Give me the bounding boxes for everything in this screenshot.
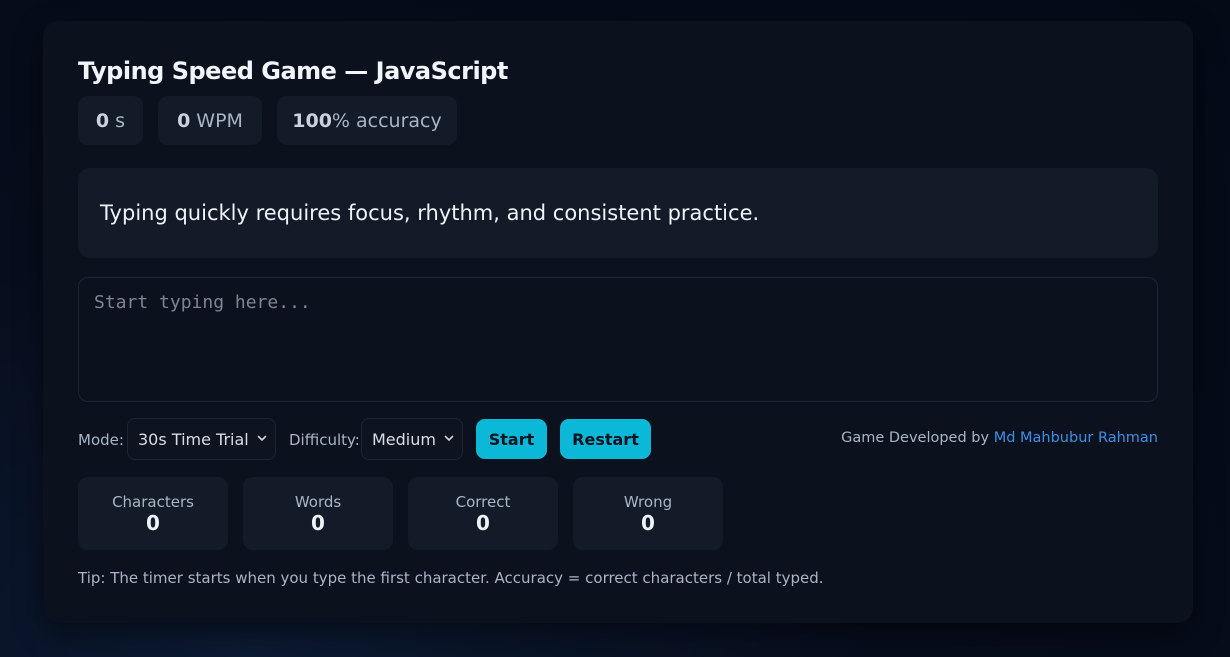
developer-credit: Game Developed by Md Mahbubur Rahman xyxy=(841,430,1158,446)
accuracy-unit: % accuracy xyxy=(331,109,442,132)
counter-value: 0 xyxy=(146,511,160,535)
counter-label: Words xyxy=(294,493,342,511)
restart-button[interactable]: Restart xyxy=(560,419,651,459)
prompt-text: Typing quickly requires focus, rhythm, a… xyxy=(100,201,760,225)
timer-value: 0 xyxy=(95,109,110,132)
timer-unit: s xyxy=(115,109,126,132)
difficulty-select[interactable]: Medium xyxy=(361,418,463,460)
words-counter: Words 0 xyxy=(243,477,393,550)
counter-value: 0 xyxy=(311,511,325,535)
difficulty-selected-value: Medium xyxy=(372,429,436,449)
wpm-unit: WPM xyxy=(196,109,243,132)
accuracy-value: 100 xyxy=(292,109,332,132)
mode-selected-value: 30s Time Trial xyxy=(138,429,249,449)
counter-label: Wrong xyxy=(623,493,673,511)
counter-label: Correct xyxy=(455,493,511,511)
wpm-stat: 0 WPM xyxy=(158,96,262,145)
game-card: Typing Speed Game — JavaScript 0 s 0 WPM… xyxy=(43,21,1193,623)
counter-value: 0 xyxy=(476,511,490,535)
accuracy-stat: 100 % accuracy xyxy=(277,96,457,145)
mode-label: Mode: xyxy=(78,431,124,449)
wrong-counter: Wrong 0 xyxy=(573,477,723,550)
chevron-down-icon xyxy=(257,435,267,441)
author-link[interactable]: Md Mahbubur Rahman xyxy=(994,430,1158,446)
start-button[interactable]: Start xyxy=(476,419,547,459)
counter-value: 0 xyxy=(641,511,655,535)
difficulty-label: Difficulty: xyxy=(289,431,360,449)
counter-label: Characters xyxy=(112,493,194,511)
correct-counter: Correct 0 xyxy=(408,477,558,550)
typing-input[interactable] xyxy=(78,277,1158,402)
prompt-text-box: Typing quickly requires focus, rhythm, a… xyxy=(78,168,1158,258)
wpm-value: 0 xyxy=(177,109,191,132)
chevron-down-icon xyxy=(444,435,454,441)
page-title: Typing Speed Game — JavaScript xyxy=(78,57,508,85)
credit-prefix: Game Developed by xyxy=(841,430,990,446)
mode-select[interactable]: 30s Time Trial xyxy=(127,418,276,460)
characters-counter: Characters 0 xyxy=(78,477,228,550)
tip-text: Tip: The timer starts when you type the … xyxy=(78,569,824,587)
timer-stat: 0 s xyxy=(78,96,143,145)
